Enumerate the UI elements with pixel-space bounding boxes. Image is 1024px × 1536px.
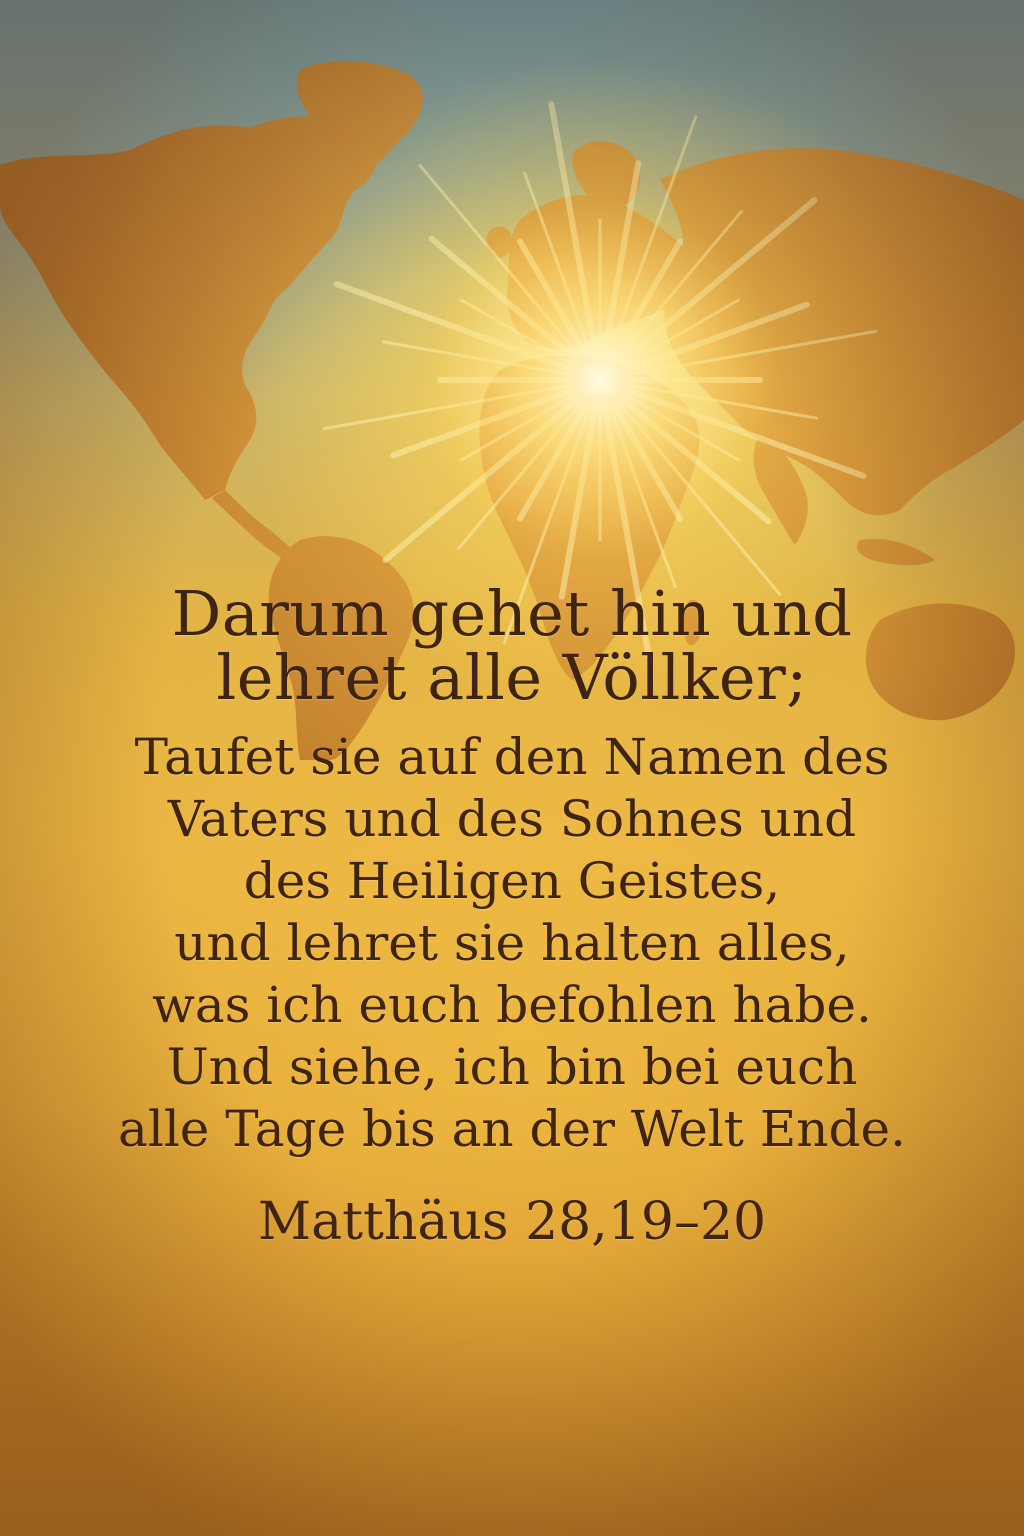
verse-body-line-7: alle Tage bis an der Welt Ende. bbox=[118, 1100, 906, 1158]
bible-verse: Darum gehet hin und lehret alle Völlker;… bbox=[40, 577, 984, 1253]
verse-reference: Matthäus 28,19–20 bbox=[257, 1192, 767, 1252]
verse-body-line-4: und lehret sie halten alles, bbox=[174, 914, 850, 972]
poster-background: Darum gehet hin und lehret alle Völlker;… bbox=[0, 0, 1024, 1536]
verse-body-line-3: des Heiligen Geistes, bbox=[243, 852, 781, 910]
verse-body-line-6: Und siehe, ich bin bei euch bbox=[166, 1038, 858, 1096]
verse-headline-line-1: Darum gehet hin und bbox=[171, 577, 853, 650]
verse-body-line-1: Taufet sie auf den Namen des bbox=[134, 728, 890, 786]
verse-body-line-5: was ich euch befohlen habe. bbox=[152, 976, 872, 1034]
verse-headline-line-2: lehret alle Völlker; bbox=[216, 641, 808, 714]
verse-body-line-2: Vaters und des Sohnes und bbox=[167, 790, 857, 848]
